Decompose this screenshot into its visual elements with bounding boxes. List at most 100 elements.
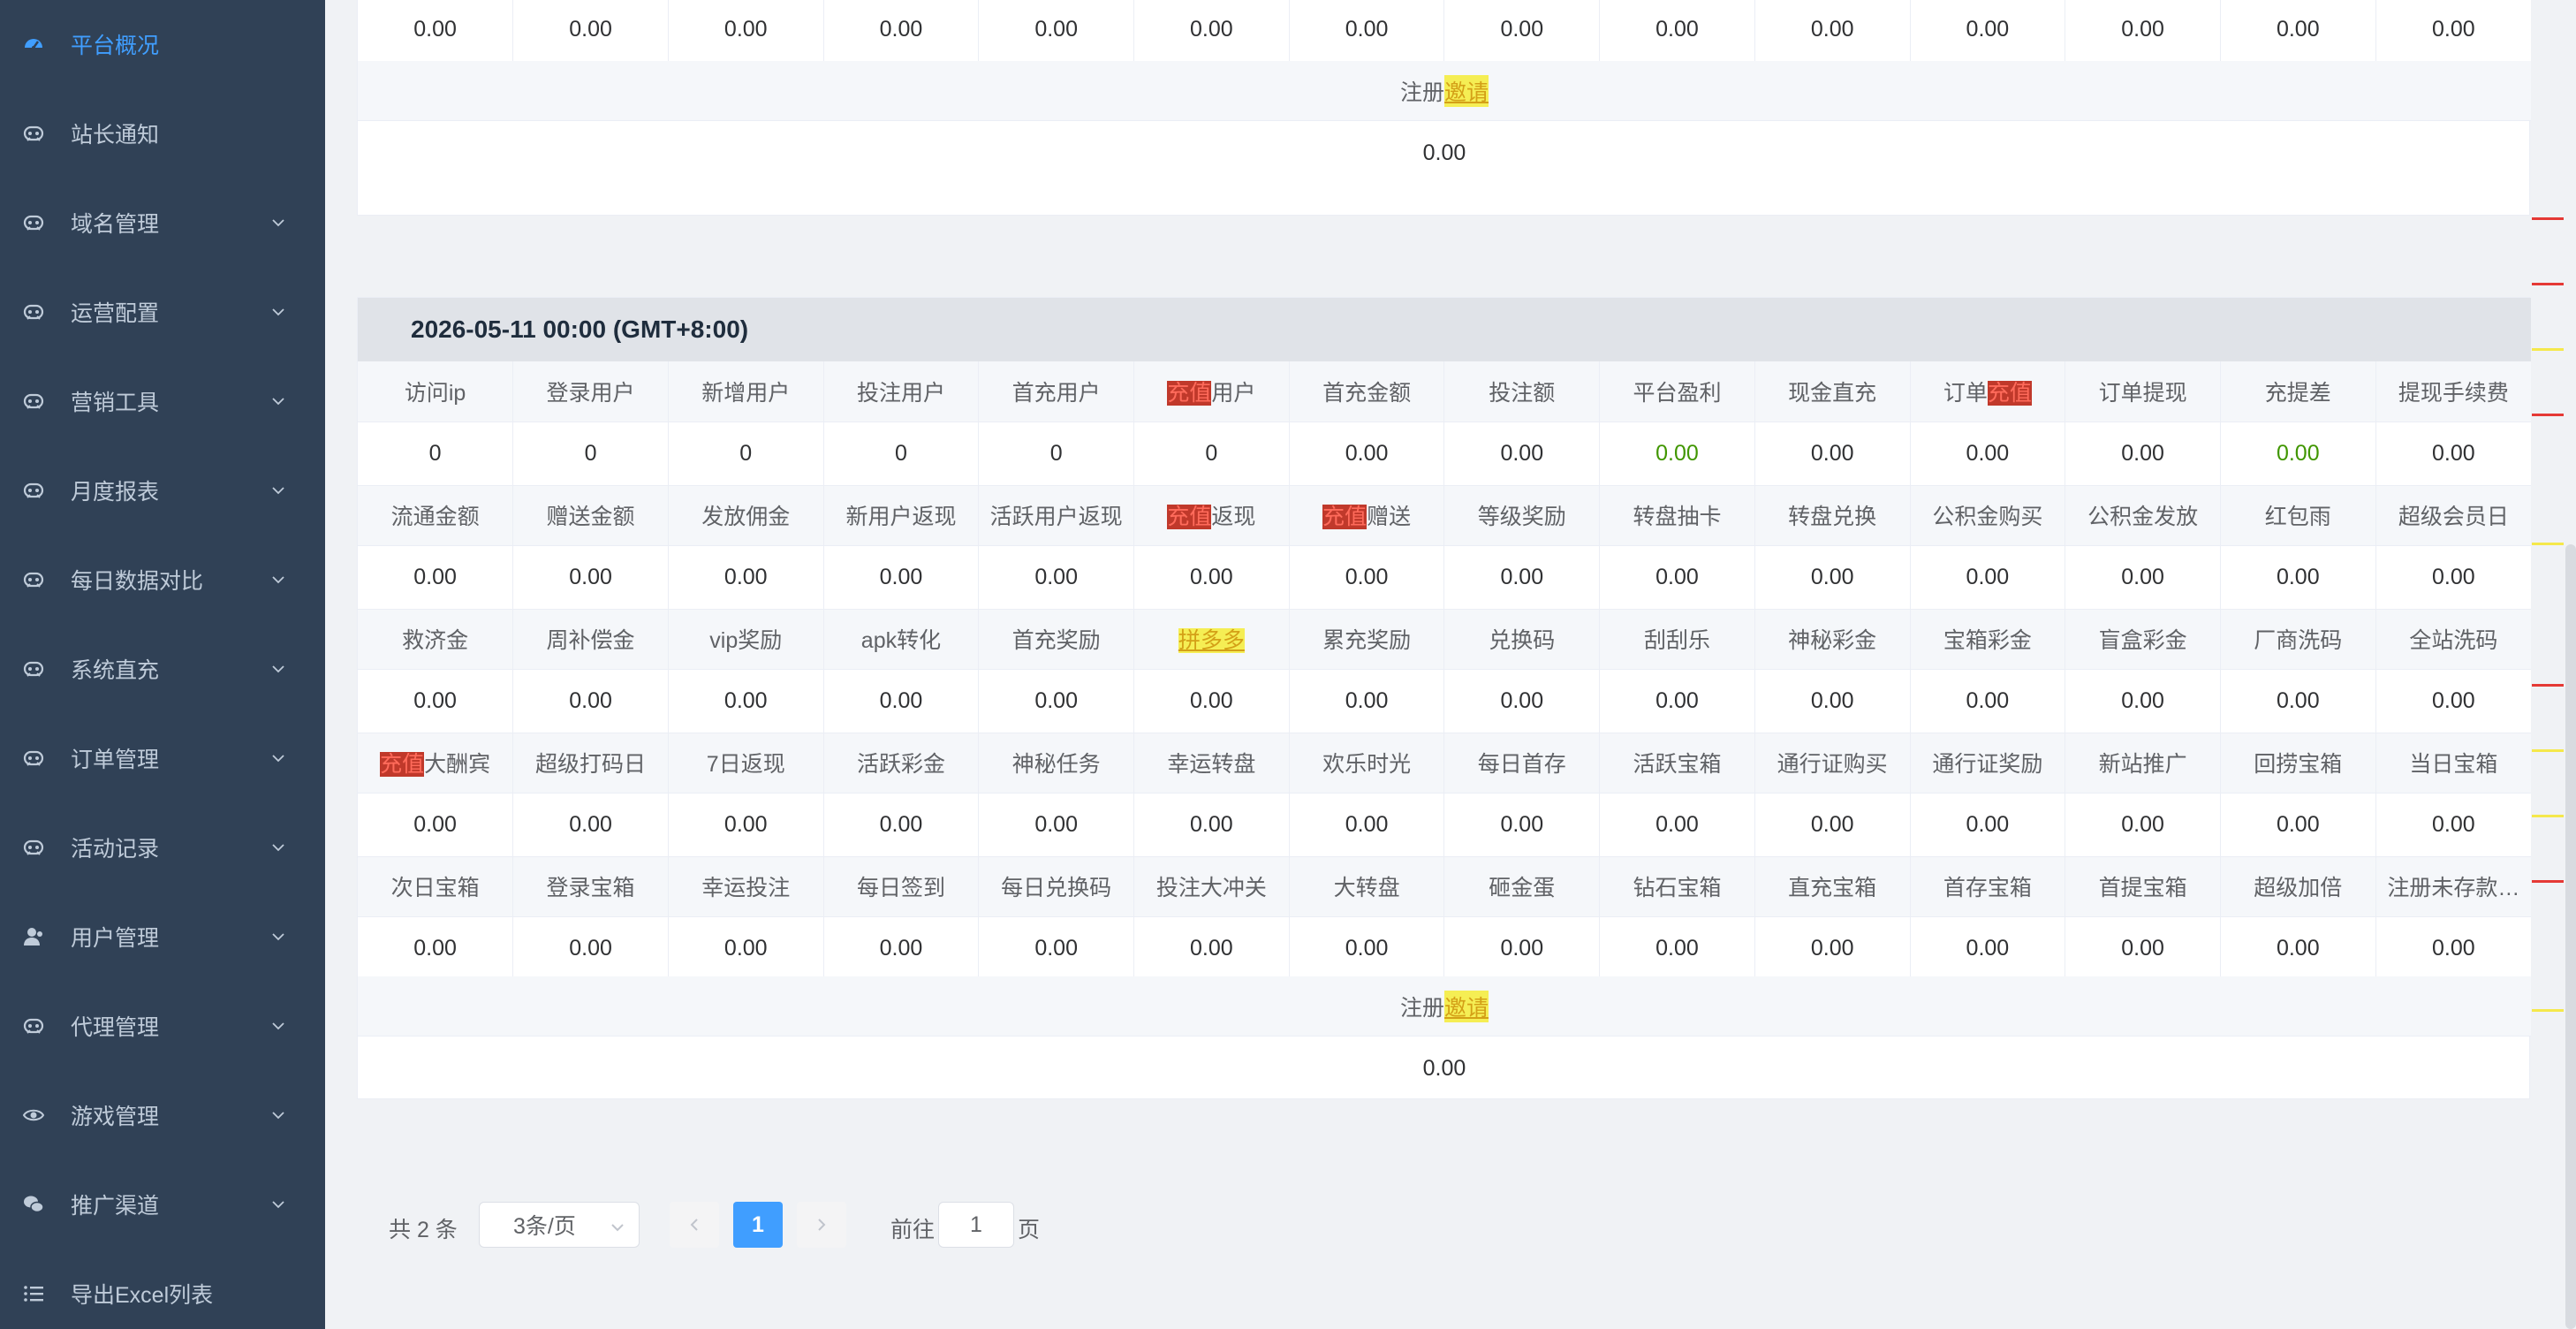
next-page-button[interactable] xyxy=(797,1202,846,1248)
stat-value: 0.00 xyxy=(668,916,824,981)
stat-value: 0.00 xyxy=(1133,793,1290,857)
stat-value: 0.00 xyxy=(2220,669,2376,733)
chevron-down-icon xyxy=(269,1016,288,1036)
list-icon xyxy=(21,1281,46,1306)
sidebar-item-6[interactable]: 每日数据对比 xyxy=(0,535,325,624)
stat-value: 0.00 xyxy=(2220,0,2376,62)
stat-header: 累充奖励 xyxy=(1289,609,1445,670)
goto-label: 前往 xyxy=(890,1218,936,1242)
stat-header: 每日首存 xyxy=(1443,733,1601,794)
chevron-left-icon xyxy=(690,1219,698,1231)
prev-page-button[interactable] xyxy=(670,1202,719,1248)
bot-icon xyxy=(21,567,46,592)
stat-value: 0 xyxy=(512,421,669,486)
bot-icon xyxy=(21,835,46,860)
stat-header: 现金直充 xyxy=(1754,361,1911,422)
stat-header: 登录用户 xyxy=(512,361,669,422)
page-number-button[interactable]: 1 xyxy=(733,1202,783,1248)
sidebar-item-12[interactable]: 游戏管理 xyxy=(0,1071,325,1159)
register-label: 注册 xyxy=(1399,80,1444,105)
sidebar-item-label: 用户管理 xyxy=(71,926,160,951)
stat-header: 等级奖励 xyxy=(1443,485,1601,546)
sidebar-item-4[interactable]: 营销工具 xyxy=(0,357,325,445)
stat-value: 0.00 xyxy=(978,0,1135,62)
stat-value: 0.00 xyxy=(358,793,514,857)
stat-header: 次日宝箱 xyxy=(358,856,514,917)
stat-header: 首充用户 xyxy=(978,361,1135,422)
stat-value: 0.00 xyxy=(1754,669,1911,733)
stat-header: 红包雨 xyxy=(2220,485,2376,546)
stat-value: 0.00 xyxy=(2220,916,2376,981)
sidebar-item-10[interactable]: 用户管理 xyxy=(0,892,325,981)
scroll-marker xyxy=(2532,543,2564,545)
scroll-marker xyxy=(2532,815,2564,817)
page-size-select[interactable]: 3条/页 xyxy=(479,1202,640,1248)
sidebar: 平台概况 站长通知域名管理运营配置 营销工具 月度报表 每日数据对比 系统直充订单管理活动… xyxy=(0,0,325,1329)
header-text: 赠送 xyxy=(1367,505,1412,529)
stat-value: 0.00 xyxy=(2375,916,2531,981)
stat-value: 0.00 xyxy=(358,0,514,62)
stat-header: 救济金 xyxy=(358,609,514,670)
stat-value: 0 xyxy=(358,421,514,486)
sidebar-item-label: 订单管理 xyxy=(71,748,160,772)
sidebar-item-5[interactable]: 月度报表 xyxy=(0,446,325,535)
sidebar-item-8[interactable]: 订单管理 xyxy=(0,714,325,802)
stat-value: 0.00 xyxy=(1133,916,1290,981)
stat-header: 盲盒彩金 xyxy=(2065,609,2221,670)
stat-header: 平台盈利 xyxy=(1599,361,1755,422)
stat-header: 充值赠送 xyxy=(1289,485,1445,546)
stat-value: 0.00 xyxy=(823,916,980,981)
goto-page-input[interactable]: 1 xyxy=(938,1202,1014,1248)
stat-header: 流通金额 xyxy=(358,485,514,546)
total-count: 共 2 条 xyxy=(389,1218,458,1242)
sidebar-item-label: 域名管理 xyxy=(71,212,160,237)
stat-header: 每日签到 xyxy=(823,856,980,917)
stat-header: 订单提现 xyxy=(2065,361,2221,422)
header-text: 订单 xyxy=(1943,380,1988,406)
stat-header: 兑换码 xyxy=(1443,609,1601,670)
stat-value: 0.00 xyxy=(2220,545,2376,610)
sidebar-item-11[interactable]: 代理管理 xyxy=(0,982,325,1070)
stat-value: 0.00 xyxy=(1289,545,1445,610)
sidebar-item-9[interactable]: 活动记录 xyxy=(0,803,325,892)
stat-header: 幸运投注 xyxy=(668,856,824,917)
bot-icon xyxy=(21,121,46,146)
sidebar-item-label: 导出Excel列表 xyxy=(71,1283,214,1308)
sidebar-item-2[interactable]: 域名管理 xyxy=(0,178,325,267)
stat-value: 0 xyxy=(823,421,980,486)
sidebar-item-14[interactable]: 导出Excel列表 xyxy=(0,1249,325,1329)
stat-header: 公积金发放 xyxy=(2065,485,2221,546)
stat-value: 0.00 xyxy=(512,545,669,610)
stat-value: 0.00 xyxy=(823,545,980,610)
stat-header: 活跃宝箱 xyxy=(1599,733,1755,794)
stat-value: 0.00 xyxy=(1133,669,1290,733)
sidebar-item-0[interactable]: 平台概况 xyxy=(0,0,325,88)
stat-value: 0.00 xyxy=(1289,421,1445,486)
register-invite-header: 注册 邀请 xyxy=(358,976,2531,1037)
stat-value: 0.00 xyxy=(2375,421,2531,486)
daily-stats-card-2: 2026-05-11 00:00 (GMT+8:00) 访问ip 登录用户 新增用户… xyxy=(357,297,2531,1099)
stat-value: 0.00 xyxy=(1289,669,1445,733)
stat-value: 0.00 xyxy=(1289,916,1445,981)
recharge-highlight: 充值 xyxy=(1322,505,1368,529)
stat-header: 首存宝箱 xyxy=(1910,856,2066,917)
stat-header: 充值返现 xyxy=(1133,485,1290,546)
register-label: 注册 xyxy=(1399,995,1444,1021)
stat-value: 0.00 xyxy=(2375,793,2531,857)
stat-value: 0.00 xyxy=(1754,545,1911,610)
sidebar-item-7[interactable]: 系统直充 xyxy=(0,625,325,713)
stat-value: 0.00 xyxy=(1599,793,1755,857)
page-scrollbar[interactable] xyxy=(2565,544,2576,1329)
recharge-highlight: 充值 xyxy=(1987,380,2032,406)
dashboard-icon xyxy=(21,32,46,57)
stat-header: 活跃彩金 xyxy=(823,733,980,794)
sidebar-item-13[interactable]: 推广渠道 xyxy=(0,1160,325,1249)
sidebar-item-3[interactable]: 运营配置 xyxy=(0,268,325,356)
stat-value: 0.00 xyxy=(1289,0,1445,62)
stat-value: 0.00 xyxy=(1754,916,1911,981)
scroll-marker xyxy=(2532,283,2564,285)
sidebar-item-1[interactable]: 站长通知 xyxy=(0,89,325,178)
stat-header: 首充金额 xyxy=(1289,361,1445,422)
stat-header: 欢乐时光 xyxy=(1289,733,1445,794)
sidebar-item-label: 活动记录 xyxy=(71,837,160,862)
